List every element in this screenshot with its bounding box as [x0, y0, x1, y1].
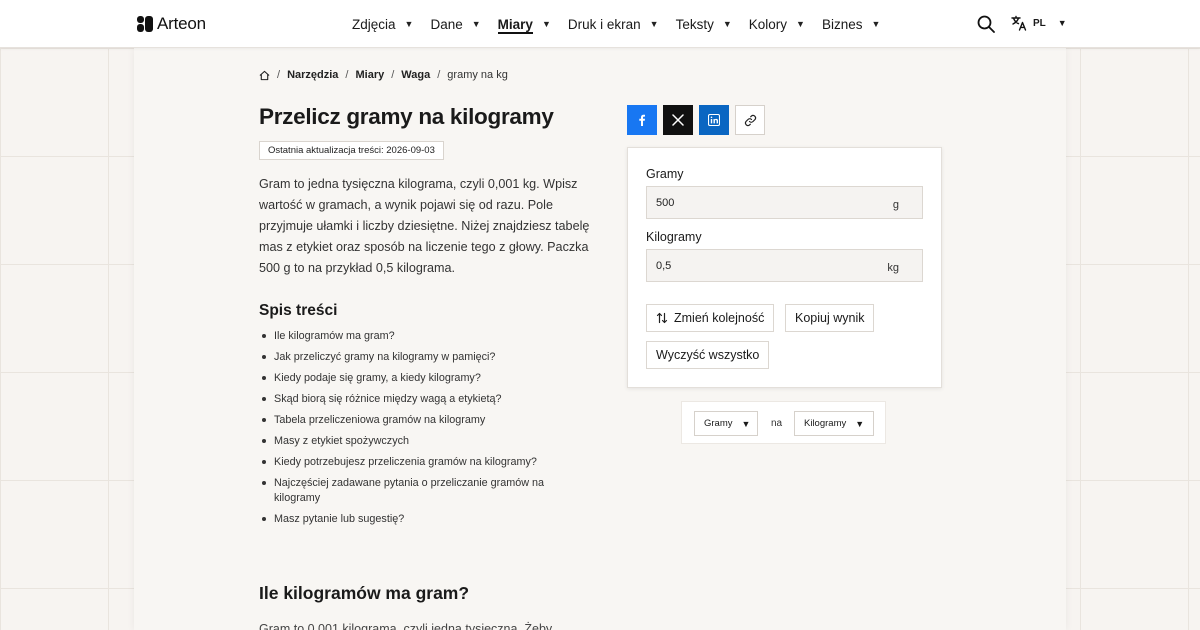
copy-link-button[interactable] — [735, 105, 765, 135]
toc-item[interactable]: Skąd biorą się różnice między wagą a ety… — [259, 392, 569, 407]
breadcrumb-separator: / — [345, 69, 349, 81]
toc-item[interactable]: Jak przeliczyć gramy na kilogramy w pami… — [259, 350, 569, 365]
share-x-button[interactable] — [663, 105, 693, 135]
search-icon — [977, 15, 995, 33]
from-unit-select[interactable]: Gramy ▼ — [694, 411, 758, 436]
share-facebook-button[interactable] — [627, 105, 657, 135]
linkedin-icon — [708, 114, 720, 126]
grams-input[interactable] — [647, 187, 887, 218]
breadcrumb-separator: / — [277, 69, 281, 81]
share-linkedin-button[interactable] — [699, 105, 729, 135]
breadcrumb-item-waga[interactable]: Waga — [401, 69, 430, 81]
top-navigation-bar: Arteon Zdjęcia ▼ Dane ▼ Miary ▼ Druk i e… — [0, 0, 1200, 48]
nav-item-label: Miary — [497, 16, 533, 32]
page-title: Przelicz gramy na kilogramy — [259, 104, 554, 129]
toc-item[interactable]: Najczęściej zadawane pytania o przelicza… — [259, 476, 549, 505]
facebook-icon — [639, 114, 645, 126]
swap-icon — [656, 312, 668, 324]
breadcrumb: / Narzędzia / Miary / Waga / gramy na kg — [259, 69, 508, 81]
breadcrumb-item-narzedzia[interactable]: Narzędzia — [287, 69, 338, 81]
breadcrumb-separator: / — [391, 69, 395, 81]
caret-down-icon: ▼ — [649, 19, 659, 29]
nav-item-druk-i-ekran[interactable]: Druk i ekran ▼ — [568, 0, 659, 48]
language-code: PL — [1033, 17, 1046, 29]
toc-item[interactable]: Masz pytanie lub sugestię? — [259, 512, 569, 527]
nav-item-label: Dane — [430, 16, 463, 32]
breadcrumb-current: gramy na kg — [447, 69, 508, 81]
caret-down-icon: ▼ — [871, 19, 881, 29]
language-switcher[interactable]: PL ▼ — [1011, 15, 1067, 31]
toc-item[interactable]: Masy z etykiet spożywczych — [259, 434, 569, 449]
section-heading: Ile kilogramów ma gram? — [259, 583, 470, 603]
nav-item-teksty[interactable]: Teksty ▼ — [676, 0, 732, 48]
caret-down-icon: ▼ — [541, 19, 551, 29]
kilograms-field: kg — [646, 249, 923, 282]
grams-field: g — [646, 186, 923, 219]
nav-item-label: Teksty — [675, 16, 714, 32]
x-icon — [672, 114, 684, 126]
toc-item[interactable]: Ile kilogramów ma gram? — [259, 329, 569, 344]
to-unit-value: Kilogramy — [804, 418, 847, 429]
clear-all-button[interactable]: Wyczyść wszystko — [646, 341, 770, 369]
toc-item[interactable]: Kiedy potrzebujesz przeliczenia gramów n… — [259, 455, 569, 470]
table-of-contents: Ile kilogramów ma gram? Jak przeliczyć g… — [259, 329, 569, 533]
nav-item-label: Biznes — [821, 16, 863, 32]
nav-item-dane[interactable]: Dane ▼ — [430, 0, 480, 48]
share-buttons — [627, 105, 765, 135]
nav-item-zdjecia[interactable]: Zdjęcia ▼ — [352, 0, 413, 48]
clear-all-label: Wyczyść wszystko — [656, 348, 760, 362]
logo-text: Arteon — [157, 14, 206, 33]
logo-mark-icon — [137, 16, 153, 32]
swap-order-button[interactable]: Zmień kolejność — [646, 304, 775, 332]
converter-panel: Gramy g Kilogramy kg Zmień kolejność Kop… — [627, 147, 942, 388]
nav-item-kolory[interactable]: Kolory ▼ — [749, 0, 805, 48]
grams-field-label: Gramy — [646, 167, 684, 181]
breadcrumb-item-miary[interactable]: Miary — [355, 69, 384, 81]
nav-item-label: Zdjęcia — [352, 16, 396, 32]
copy-result-button[interactable]: Kopiuj wynik — [785, 304, 875, 332]
from-unit-value: Gramy — [704, 418, 733, 429]
link-icon — [744, 114, 756, 126]
main-content: / Narzędzia / Miary / Waga / gramy na kg… — [134, 48, 1066, 630]
logo[interactable]: Arteon — [137, 14, 206, 34]
section-paragraph: Gram to 0,001 kilograma, czyli jedna tys… — [259, 622, 553, 630]
nav-item-biznes[interactable]: Biznes ▼ — [822, 0, 880, 48]
caret-down-icon: ▼ — [722, 19, 732, 29]
nav-item-label: Druk i ekran — [567, 16, 641, 32]
search-button[interactable] — [977, 15, 995, 33]
kilograms-input[interactable] — [647, 250, 887, 281]
last-updated-badge: Ostatnia aktualizacja treści: 2026-09-03 — [259, 141, 444, 160]
caret-down-icon: ▼ — [1057, 18, 1067, 28]
kilograms-unit: kg — [887, 262, 899, 274]
toc-item[interactable]: Kiedy podaje się gramy, a kiedy kilogram… — [259, 371, 569, 386]
caret-down-icon: ▼ — [796, 19, 805, 29]
translate-icon — [1011, 15, 1027, 31]
unit-joiner: na — [771, 418, 783, 429]
intro-paragraph: Gram to jedna tysięczna kilograma, czyli… — [259, 177, 590, 275]
home-icon[interactable] — [259, 70, 270, 81]
toc-item[interactable]: Tabela przeliczeniowa gramów na kilogram… — [259, 413, 569, 428]
caret-down-icon: ▼ — [855, 418, 865, 429]
nav-item-miary[interactable]: Miary ▼ — [498, 0, 551, 48]
swap-order-label: Zmień kolejność — [674, 311, 765, 325]
unit-selector: Gramy ▼ na Kilogramy ▼ — [681, 401, 886, 444]
grams-unit: g — [892, 199, 899, 211]
main-nav: Zdjęcia ▼ Dane ▼ Miary ▼ Druk i ekran ▼ … — [352, 0, 897, 48]
caret-down-icon: ▼ — [471, 19, 481, 29]
breadcrumb-separator: / — [437, 69, 441, 81]
copy-result-label: Kopiuj wynik — [795, 311, 865, 325]
to-unit-select[interactable]: Kilogramy ▼ — [794, 411, 874, 436]
caret-down-icon: ▼ — [741, 418, 751, 429]
toc-title: Spis treści — [259, 302, 338, 319]
kilograms-field-label: Kilogramy — [646, 230, 702, 244]
caret-down-icon: ▼ — [404, 19, 414, 29]
nav-item-label: Kolory — [748, 16, 788, 32]
